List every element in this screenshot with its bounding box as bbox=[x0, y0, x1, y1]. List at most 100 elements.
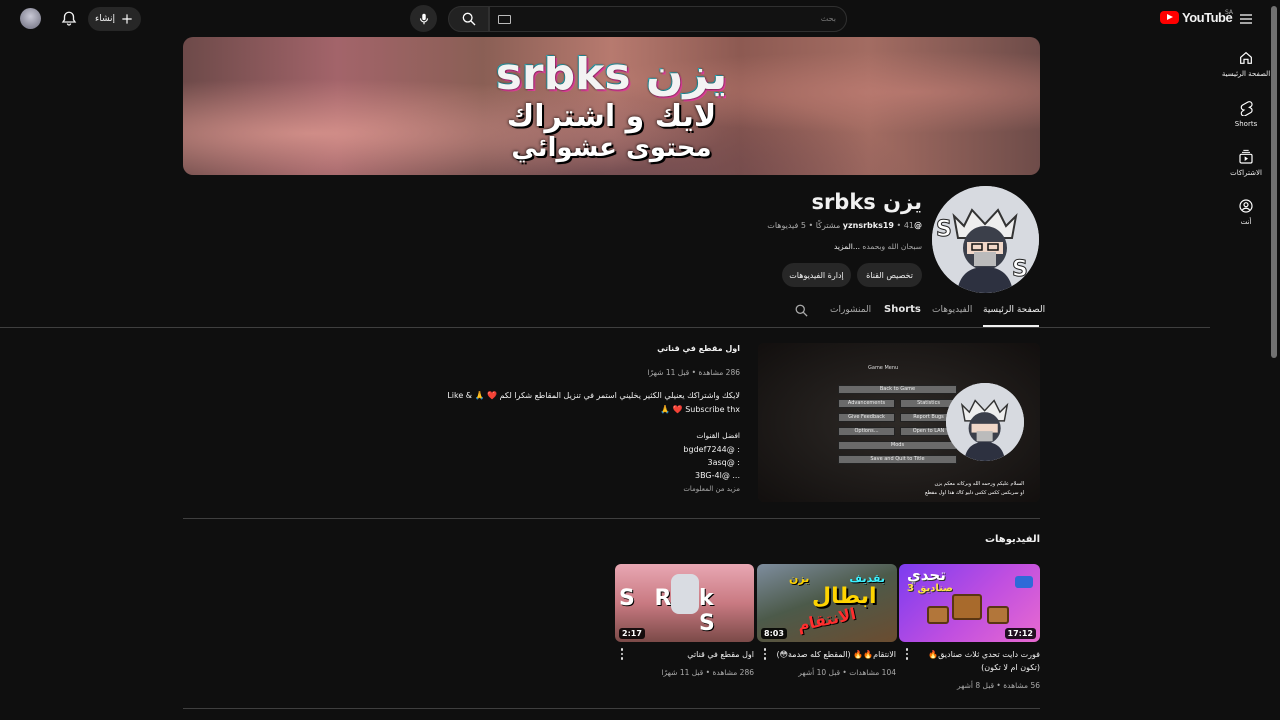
thumb-menu-title: Game Menu bbox=[868, 365, 899, 371]
avatar-button[interactable] bbox=[20, 8, 41, 29]
sidebar-item-label: الصفحة الرئيسية bbox=[1221, 70, 1271, 78]
best-channels-label: افضل القنوات bbox=[696, 431, 740, 440]
thumb-avatar bbox=[946, 383, 1024, 461]
video-meta: 104 مشاهدات • قبل 10 أشهر bbox=[798, 668, 896, 677]
video-duration: 2:17 bbox=[619, 628, 645, 639]
featured-description-line2: Subscribe thx ❤️ 🙏 bbox=[660, 405, 740, 414]
sidebar-item-subscriptions[interactable]: الاشتراكات bbox=[1218, 149, 1274, 177]
thumb-menu-item: Back to Game bbox=[838, 385, 957, 394]
stats-sep: • bbox=[896, 221, 902, 230]
video-title[interactable]: اول مقطع في قناتي bbox=[634, 648, 754, 661]
shorts-icon bbox=[1240, 101, 1253, 116]
channel-link-3[interactable]: 3BG-4l@ ... bbox=[695, 471, 740, 480]
thumb-menu-item: Advancements bbox=[838, 399, 895, 408]
thumb-caption2: او سربكس ككس ككس دليو كاك هذا اول مقطع bbox=[925, 490, 1024, 496]
home-icon bbox=[1240, 51, 1252, 64]
thumb-menu-item: Give Feedback bbox=[838, 413, 895, 422]
channel-stats: @yznsrbks19 • 41 مشتركًا • 5 فيديوهات bbox=[767, 221, 922, 230]
region-code: SA bbox=[1225, 9, 1234, 16]
banner-line2: لايك و اشتراك bbox=[506, 99, 717, 134]
thumb-menu-item: Save and Quit to Title bbox=[838, 455, 957, 464]
videos-section-title[interactable]: الفيديوهات bbox=[985, 534, 1040, 545]
thumb-text: S R bbox=[619, 586, 678, 611]
chest-icon bbox=[952, 594, 982, 620]
more-info-link[interactable]: مزيد من المعلومات bbox=[683, 485, 740, 493]
manage-videos-button[interactable]: إدارة الفيديوهات bbox=[782, 263, 851, 287]
video-menu-button[interactable] bbox=[763, 648, 767, 662]
svg-text:S: S bbox=[936, 217, 952, 242]
channel-link-2[interactable]: 3asq@ : bbox=[708, 458, 740, 467]
sidebar-item-label: Shorts bbox=[1234, 120, 1258, 128]
featured-title[interactable]: اول مقطع في قناتي bbox=[657, 344, 740, 353]
video-thumbnail-3[interactable]: S R k S 2:17 bbox=[615, 564, 754, 642]
page-scrollbar[interactable] bbox=[1271, 6, 1277, 358]
stats-sep: • bbox=[808, 221, 814, 230]
video-duration: 17:12 bbox=[1004, 628, 1036, 639]
sidebar-item-home[interactable]: الصفحة الرئيسية bbox=[1218, 50, 1274, 78]
video-thumbnail-1[interactable]: تحدي صناديق 3 17:12 bbox=[899, 564, 1040, 642]
tab-home[interactable]: الصفحة الرئيسية bbox=[983, 305, 1045, 315]
featured-video-thumbnail[interactable]: Game Menu Back to Game Advancements Stat… bbox=[758, 343, 1040, 502]
notifications-icon[interactable] bbox=[60, 10, 78, 28]
banner-line1: srbks يزن bbox=[495, 49, 728, 100]
svg-text:S: S bbox=[1012, 257, 1028, 282]
video-menu-button[interactable] bbox=[905, 648, 909, 662]
description-more[interactable]: ...المزيد bbox=[834, 242, 860, 251]
chest-icon bbox=[987, 606, 1009, 624]
plus-icon bbox=[120, 12, 134, 26]
keyboard-icon[interactable] bbox=[498, 15, 511, 24]
thumb-menu-item: Mods bbox=[838, 441, 957, 450]
thumb-avatar-icon bbox=[671, 574, 699, 614]
search-placeholder: بحث bbox=[820, 14, 836, 23]
youtube-play-icon bbox=[1160, 11, 1179, 24]
channel-description[interactable]: سبحان الله وبحمده ...المزيد bbox=[834, 242, 922, 251]
tab-videos[interactable]: الفيديوهات bbox=[932, 305, 972, 315]
voice-search-button[interactable] bbox=[410, 5, 437, 32]
search-icon bbox=[462, 12, 475, 26]
youtube-logo[interactable]: YouTube bbox=[1160, 10, 1233, 25]
search-input[interactable]: بحث bbox=[489, 6, 847, 32]
thumb-caption1: السلام عليكم ورحمه الله وبركاته معكم يزن bbox=[934, 481, 1024, 487]
sidebar-item-you[interactable]: أنت bbox=[1218, 198, 1274, 226]
thumb-text: يزن bbox=[789, 572, 810, 585]
channel-name: يزن srbks bbox=[811, 190, 922, 214]
thumb-text: صناديق 3 bbox=[907, 583, 953, 594]
you-icon bbox=[1239, 199, 1253, 213]
tab-shorts[interactable]: Shorts bbox=[884, 304, 921, 315]
video-meta: 56 مشاهدة • قبل 8 أشهر bbox=[957, 681, 1040, 690]
section-divider bbox=[183, 518, 1040, 519]
thumb-text: الانتقام bbox=[795, 604, 858, 635]
video-count: 5 فيديوهات bbox=[767, 221, 806, 230]
video-thumbnail-2[interactable]: بقديف يزن ابطال الانتقام 8:03 bbox=[757, 564, 897, 642]
create-label: إنشاء bbox=[94, 14, 115, 24]
chest-icon bbox=[927, 606, 949, 624]
thumb-menu-item: Options... bbox=[838, 427, 895, 436]
video-title-line: الانتقام🔥🔥 (المقطع كله صدمة😳) bbox=[776, 650, 896, 659]
featured-description-line1: لايكك واشتراكك يعنيلي الكثير يخليني استم… bbox=[447, 391, 740, 400]
tabs-divider bbox=[0, 327, 1210, 328]
customize-channel-button[interactable]: تخصيص القناة bbox=[857, 263, 922, 287]
video-menu-button[interactable] bbox=[620, 648, 624, 662]
video-title-line: فورت دايت تحدي ثلاث صناديق🔥 bbox=[928, 650, 1040, 659]
menu-icon[interactable] bbox=[1238, 11, 1254, 27]
banner-line3: محتوى عشوائي bbox=[511, 133, 712, 163]
tab-posts[interactable]: المنشورات bbox=[830, 305, 871, 315]
video-title-line: (تكون ام لا تكون) bbox=[981, 663, 1040, 672]
sidebar-item-label: أنت bbox=[1240, 218, 1252, 226]
microphone-icon bbox=[419, 13, 428, 24]
video-meta: 286 مشاهدة • قبل 11 شهرًا bbox=[661, 668, 754, 677]
channel-search-icon[interactable] bbox=[794, 303, 809, 318]
search-button[interactable] bbox=[448, 6, 489, 32]
video-title[interactable]: فورت دايت تحدي ثلاث صناديق🔥 (تكون ام لا … bbox=[920, 648, 1040, 674]
bottom-divider bbox=[183, 708, 1040, 709]
thumb-text: k S bbox=[699, 586, 721, 636]
channel-link-1[interactable]: bgdef7244@ : bbox=[683, 445, 740, 454]
subscriptions-icon bbox=[1239, 149, 1253, 164]
featured-meta: 286 مشاهدة • قبل 11 شهرًا bbox=[647, 368, 740, 377]
video-title[interactable]: الانتقام🔥🔥 (المقطع كله صدمة😳) bbox=[776, 648, 896, 661]
create-button[interactable]: إنشاء bbox=[88, 7, 141, 31]
video-duration: 8:03 bbox=[761, 628, 787, 639]
sidebar-item-shorts[interactable]: Shorts bbox=[1218, 100, 1274, 128]
top-bar: إنشاء بحث YouTube SA bbox=[0, 0, 1280, 38]
channel-avatar[interactable]: S S bbox=[932, 186, 1039, 293]
